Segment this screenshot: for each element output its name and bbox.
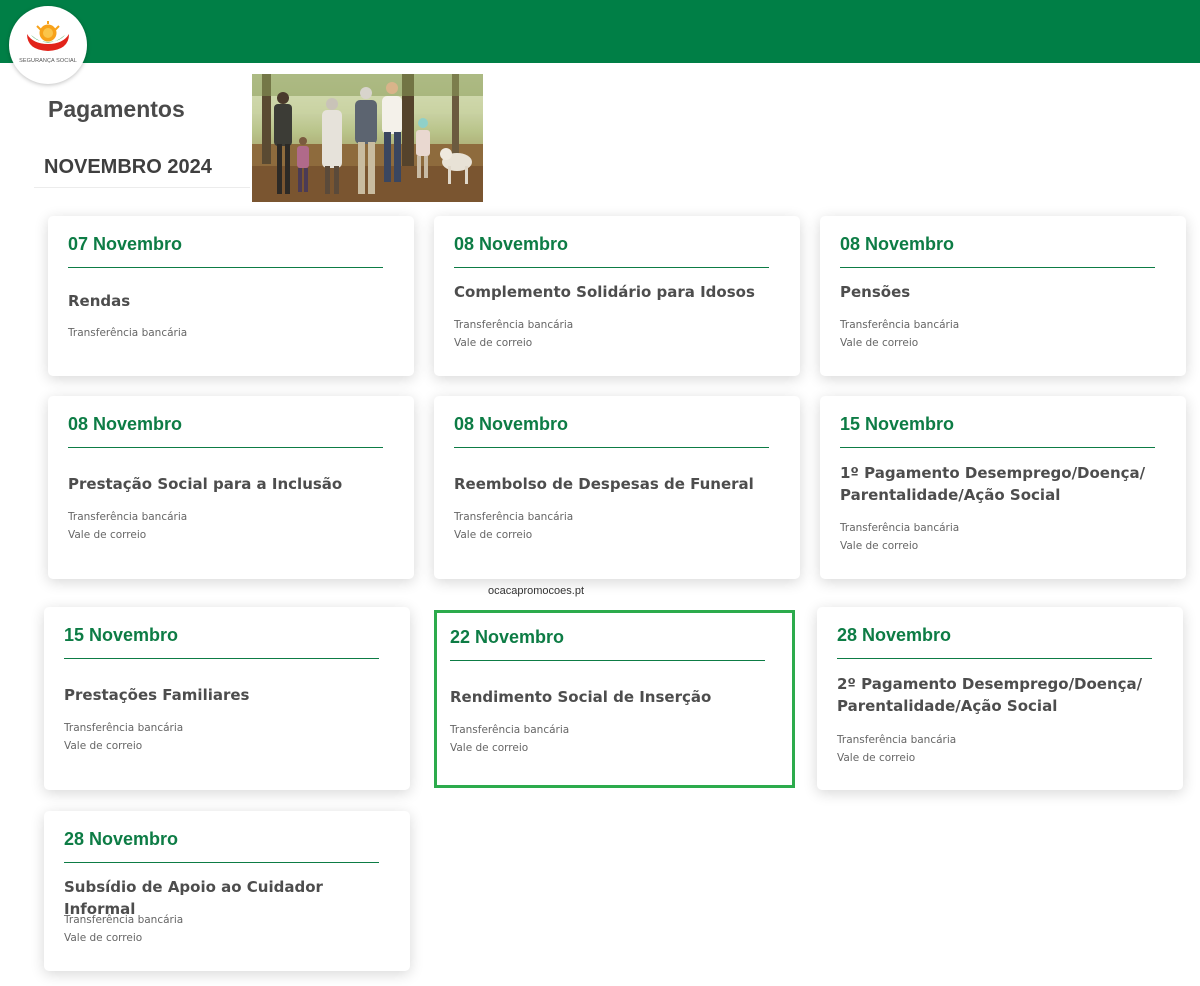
logo-text: SEGURANÇA SOCIAL xyxy=(19,58,77,64)
payment-date: 08 Novembro xyxy=(454,414,569,434)
payment-method: Transferência bancária xyxy=(837,734,957,746)
payment-method: Transferência bancária xyxy=(840,522,960,534)
payment-card[interactable]: 08 Novembro Reembolso de Despesas de Fun… xyxy=(434,396,800,579)
payment-methods: Transferência bancária Vale de correio xyxy=(64,719,183,755)
payment-methods: Transferência bancária Vale de correio xyxy=(454,316,573,352)
payment-methods: Transferência bancária Vale de correio xyxy=(454,508,573,544)
payment-method: Vale de correio xyxy=(840,337,919,349)
payment-method: Vale de correio xyxy=(450,742,529,754)
watermark-text: ocacapromocoes.pt xyxy=(488,585,584,597)
card-divider xyxy=(450,660,765,661)
payment-card[interactable]: 15 Novembro Prestações Familiares Transf… xyxy=(44,607,410,790)
payment-date: 07 Novembro xyxy=(68,234,183,254)
payment-card[interactable]: 28 Novembro 2º Pagamento Desemprego/Doen… xyxy=(817,607,1183,790)
payment-method: Vale de correio xyxy=(64,932,143,944)
payment-date: 08 Novembro xyxy=(68,414,183,434)
card-divider xyxy=(454,447,769,448)
payment-methods: Transferência bancária Vale de correio xyxy=(450,721,569,757)
top-bar xyxy=(0,0,1200,63)
payment-method: Transferência bancária xyxy=(454,511,574,523)
payment-date: 22 Novembro xyxy=(450,627,565,647)
payment-methods: Transferência bancária Vale de correio xyxy=(837,731,956,767)
payment-date: 28 Novembro xyxy=(837,625,952,645)
page-title: Pagamentos xyxy=(48,96,185,122)
payment-method: Transferência bancária xyxy=(64,722,184,734)
payment-method: Vale de correio xyxy=(454,529,533,541)
hero-family-photo xyxy=(252,74,483,202)
payment-methods: Transferência bancária Vale de correio xyxy=(840,316,959,352)
payment-method: Vale de correio xyxy=(840,540,919,552)
card-divider xyxy=(454,267,769,268)
payment-card[interactable]: 07 Novembro Rendas Transferência bancári… xyxy=(48,216,414,376)
card-divider xyxy=(840,447,1155,448)
payment-date: 08 Novembro xyxy=(454,234,569,254)
payment-method: Vale de correio xyxy=(454,337,533,349)
payment-title: Rendimento Social de Inserção xyxy=(450,688,712,706)
payment-method: Vale de correio xyxy=(837,752,916,764)
month-divider xyxy=(34,187,250,188)
payment-date: 08 Novembro xyxy=(840,234,955,254)
payment-card-highlighted[interactable]: 22 Novembro Rendimento Social de Inserçã… xyxy=(434,610,795,788)
payment-title: Reembolso de Despesas de Funeral xyxy=(454,475,754,493)
payment-method: Transferência bancária xyxy=(450,724,570,736)
payment-method: Transferência bancária xyxy=(454,319,574,331)
payment-methods: Transferência bancária Vale de correio xyxy=(68,508,187,544)
logo-emblem-icon xyxy=(27,21,69,51)
payment-date: 15 Novembro xyxy=(840,414,955,434)
card-divider xyxy=(837,658,1152,659)
payment-title: Pensões xyxy=(840,283,911,301)
payment-card[interactable]: 15 Novembro 1º Pagamento Desemprego/Doen… xyxy=(820,396,1186,579)
payment-title: 1º Pagamento Desemprego/Doença/ Parental… xyxy=(840,464,1146,504)
payment-method: Transferência bancária xyxy=(840,319,960,331)
payment-methods: Transferência bancária xyxy=(68,324,187,342)
card-divider xyxy=(64,658,379,659)
payment-method: Transferência bancária xyxy=(68,511,188,523)
card-divider xyxy=(64,862,379,863)
payment-card[interactable]: 08 Novembro Prestação Social para a Incl… xyxy=(48,396,414,579)
payment-method: Vale de correio xyxy=(68,529,147,541)
payment-title: Prestação Social para a Inclusão xyxy=(68,475,343,493)
payment-card[interactable]: 08 Novembro Complemento Solidário para I… xyxy=(434,216,800,376)
payment-title: 2º Pagamento Desemprego/Doença/ Parental… xyxy=(837,675,1143,715)
payment-date: 28 Novembro xyxy=(64,829,179,849)
payment-title: Rendas xyxy=(68,292,131,310)
card-divider xyxy=(840,267,1155,268)
payment-method: Transferência bancária xyxy=(64,914,184,926)
card-divider xyxy=(68,447,383,448)
seguranca-social-logo[interactable]: SEGURANÇA SOCIAL xyxy=(9,6,87,84)
payment-card[interactable]: 08 Novembro Pensões Transferência bancár… xyxy=(820,216,1186,376)
payment-card[interactable]: 28 Novembro Subsídio de Apoio ao Cuidado… xyxy=(44,811,410,971)
card-divider xyxy=(68,267,383,268)
payment-title: Prestações Familiares xyxy=(64,686,250,704)
payment-title: Complemento Solidário para Idosos xyxy=(454,283,755,301)
payment-method: Vale de correio xyxy=(64,740,143,752)
month-title: NOVEMBRO 2024 xyxy=(44,156,212,178)
payment-methods: Transferência bancária Vale de correio xyxy=(64,911,183,947)
payment-date: 15 Novembro xyxy=(64,625,179,645)
payment-methods: Transferência bancária Vale de correio xyxy=(840,519,959,555)
payment-method: Transferência bancária xyxy=(68,327,188,339)
